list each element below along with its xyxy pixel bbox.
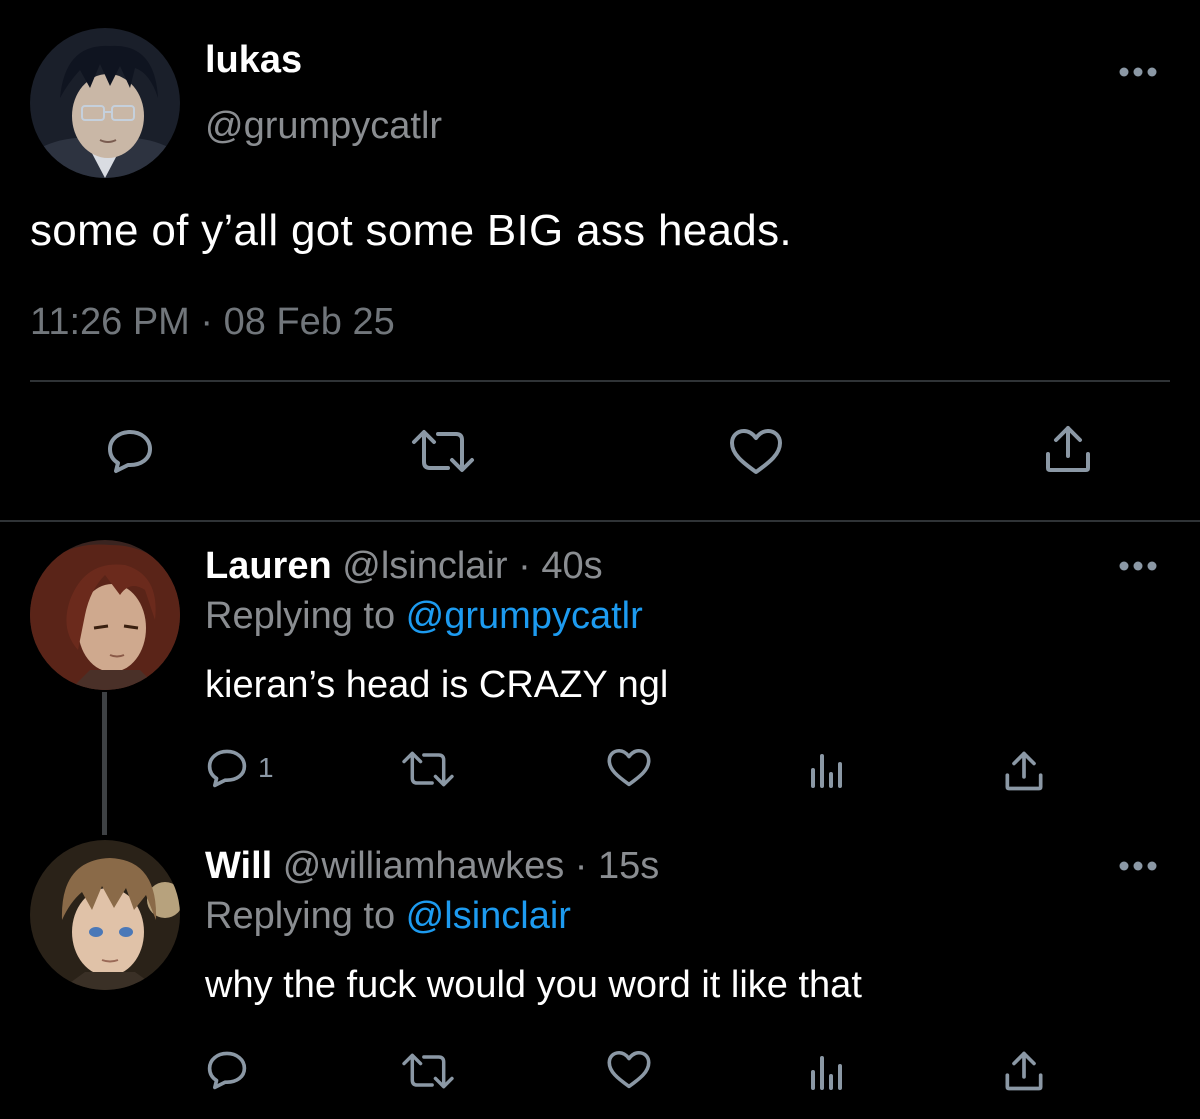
- reply-icon: [108, 430, 152, 473]
- anime-avatar-icon: [30, 28, 180, 178]
- share-button[interactable]: [1044, 424, 1092, 474]
- retweet-icon: [402, 751, 454, 787]
- reply-time[interactable]: 40s: [541, 545, 602, 587]
- analytics-icon: [811, 1056, 842, 1090]
- like-button[interactable]: [728, 428, 784, 476]
- reply-count: 1: [258, 752, 274, 783]
- more-options-button[interactable]: [1116, 856, 1160, 876]
- reply-text: kieran’s head is CRAZY ngl: [205, 664, 669, 706]
- reply-text: why the fuck would you word it like that: [205, 964, 862, 1006]
- anime-avatar-icon: [30, 540, 180, 690]
- reply-button[interactable]: [206, 1050, 258, 1090]
- display-name[interactable]: Lauren: [205, 545, 332, 587]
- retweet-button[interactable]: [410, 428, 476, 474]
- divider: [30, 380, 1170, 382]
- retweet-button[interactable]: [400, 750, 456, 788]
- replying-to: Replying to @grumpycatlr: [205, 594, 643, 638]
- share-button[interactable]: [1004, 750, 1044, 792]
- like-icon: [607, 1050, 651, 1089]
- avatar[interactable]: [30, 28, 180, 178]
- more-dots-icon: [1119, 67, 1157, 77]
- share-icon: [1005, 1051, 1043, 1091]
- tweet-text: some of y’all got some BIG ass heads.: [30, 206, 792, 255]
- like-icon: [607, 748, 651, 787]
- retweet-button[interactable]: [400, 1052, 456, 1090]
- replying-prefix: Replying to: [205, 595, 406, 637]
- replying-to: Replying to @lsinclair: [205, 894, 571, 938]
- thread-connector: [102, 692, 107, 835]
- user-handle[interactable]: @grumpycatlr: [205, 104, 442, 148]
- user-handle[interactable]: @williamhawkes: [283, 845, 564, 887]
- reply-time[interactable]: 15s: [598, 845, 659, 887]
- display-name[interactable]: Will: [205, 845, 272, 887]
- avatar[interactable]: [30, 840, 180, 990]
- replying-prefix: Replying to: [205, 895, 406, 937]
- reply-icon: [207, 749, 247, 788]
- share-button[interactable]: [1004, 1050, 1044, 1092]
- reply-header: Will @williamhawkes · 15s: [205, 844, 659, 888]
- user-handle[interactable]: @lsinclair: [342, 545, 507, 587]
- share-icon: [1005, 751, 1043, 791]
- reply-button[interactable]: 1: [206, 748, 274, 788]
- reply-icon: [207, 1051, 247, 1090]
- like-button[interactable]: [606, 748, 652, 788]
- time-separator: ·: [564, 845, 598, 887]
- tweet-timestamp[interactable]: 11:26 PM · 08 Feb 25: [30, 298, 395, 346]
- like-button[interactable]: [606, 1050, 652, 1090]
- tweet-thread: lukas @grumpycatlr some of y’all got som…: [0, 0, 1200, 1119]
- avatar[interactable]: [30, 540, 180, 690]
- like-icon: [730, 429, 782, 474]
- display-name[interactable]: lukas: [205, 38, 302, 82]
- mention-link[interactable]: @lsinclair: [406, 895, 571, 937]
- reply-button[interactable]: [106, 428, 154, 474]
- share-icon: [1046, 426, 1090, 472]
- more-options-button[interactable]: [1116, 62, 1160, 82]
- more-options-button[interactable]: [1116, 556, 1160, 576]
- anime-avatar-icon: [30, 840, 180, 990]
- retweet-icon: [402, 1053, 454, 1089]
- time-separator: ·: [507, 545, 542, 587]
- retweet-icon: [412, 430, 474, 472]
- reply-header: Lauren @lsinclair · 40s: [205, 544, 603, 588]
- divider: [0, 520, 1200, 522]
- analytics-icon: [811, 754, 842, 788]
- analytics-button[interactable]: [806, 1054, 846, 1090]
- analytics-button[interactable]: [806, 752, 846, 788]
- more-dots-icon: [1119, 861, 1157, 871]
- more-dots-icon: [1119, 561, 1157, 571]
- mention-link[interactable]: @grumpycatlr: [406, 595, 643, 637]
